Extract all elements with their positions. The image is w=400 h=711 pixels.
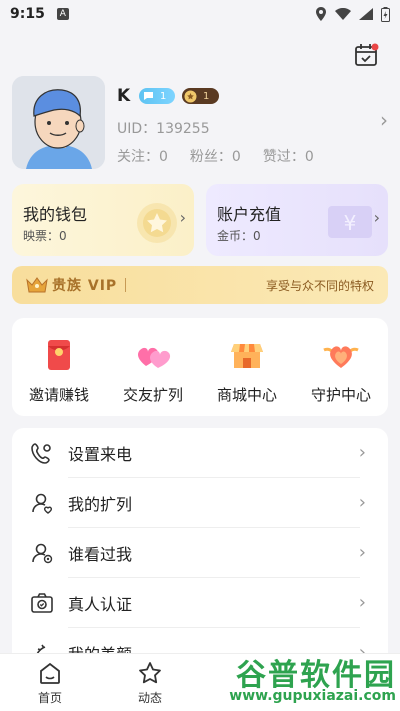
stat-followers[interactable]: 粉丝：0 bbox=[190, 146, 241, 166]
settings-menu-list: 设置来电 › 我的扩列 › 谁看过我 › 真人认证 › bbox=[12, 428, 388, 668]
wallet-card[interactable]: 我的钱包 映票：0 › bbox=[12, 184, 194, 256]
phone-gear-icon bbox=[31, 443, 51, 464]
stat-likes[interactable]: 赞过：0 bbox=[263, 146, 314, 166]
tab-home[interactable]: 首页 bbox=[0, 654, 100, 711]
chevron-right-icon: › bbox=[373, 208, 380, 227]
yen-card-icon: ¥ bbox=[328, 206, 372, 238]
grid-item-label: 邀请赚钱 bbox=[28, 386, 89, 404]
stat-following[interactable]: 关注：0 bbox=[117, 146, 168, 166]
user-name: K bbox=[117, 86, 131, 106]
user-uid: UID：139255 bbox=[117, 121, 210, 137]
grid-item-label: 交友扩列 bbox=[122, 386, 183, 404]
grid-item-guard[interactable]: 守护中心 bbox=[294, 318, 388, 416]
recharge-card[interactable]: ¥ 账户充值 金币：0 › bbox=[206, 184, 388, 256]
grid-item-invite[interactable]: 邀请赚钱 bbox=[12, 318, 106, 416]
medal-icon bbox=[184, 90, 197, 102]
grid-item-shop[interactable]: 商城中心 bbox=[200, 318, 294, 416]
camera-icon bbox=[31, 593, 53, 613]
notification-a-icon: A bbox=[56, 8, 69, 20]
sign-in-calendar-button[interactable] bbox=[354, 42, 380, 68]
menu-item-label: 谁看过我 bbox=[68, 545, 133, 564]
vip-banner[interactable]: 贵族 VIP 享受与众不同的特权 bbox=[12, 266, 388, 304]
grid-item-label: 商城中心 bbox=[216, 386, 277, 404]
guard-heart-icon bbox=[323, 346, 359, 368]
tab-label: 首页 bbox=[37, 691, 62, 705]
profile-section[interactable]: K 1 1 UID：139255 关注：0 粉丝：0 赞过：0 › bbox=[12, 76, 392, 172]
level-badge-chat: 1 bbox=[139, 88, 175, 104]
chevron-right-icon: › bbox=[358, 542, 366, 563]
tab-moments[interactable]: 动态 bbox=[100, 654, 200, 711]
vip-separator bbox=[125, 278, 127, 292]
chevron-right-icon: › bbox=[179, 208, 186, 227]
menu-item-my-friends-list[interactable]: 我的扩列 › bbox=[12, 478, 388, 528]
menu-item-label: 我的扩列 bbox=[68, 495, 133, 514]
avatar[interactable] bbox=[12, 76, 105, 169]
svg-text:¥: ¥ bbox=[344, 211, 357, 235]
star-coin-icon bbox=[137, 203, 177, 243]
wifi-icon bbox=[335, 8, 351, 20]
avatar-illustration bbox=[12, 76, 105, 169]
recharge-title: 账户充值 bbox=[217, 205, 282, 224]
level-badge-wealth: 1 bbox=[182, 88, 219, 104]
star-icon bbox=[139, 662, 161, 684]
menu-item-label: 真人认证 bbox=[68, 595, 133, 614]
menu-item-who-viewed-me[interactable]: 谁看过我 › bbox=[12, 528, 388, 578]
battery-icon bbox=[381, 6, 390, 22]
crown-icon bbox=[26, 277, 48, 293]
wallet-title: 我的钱包 bbox=[23, 205, 88, 224]
watermark-url: www.gupuxiazai.com bbox=[229, 688, 396, 704]
chevron-right-icon: › bbox=[358, 592, 366, 613]
red-envelope-icon bbox=[48, 340, 70, 370]
watermark: 谷普软件园 www.gupuxiazai.com bbox=[220, 648, 396, 708]
level-badge-wealth-value: 1 bbox=[203, 90, 210, 102]
status-bar: 9:15 A bbox=[0, 0, 400, 28]
status-right-icons bbox=[315, 6, 390, 22]
grid-item-make-friends[interactable]: 交友扩列 bbox=[106, 318, 200, 416]
level-badge-chat-value: 1 bbox=[160, 90, 167, 102]
recharge-balance: 金币：0 bbox=[217, 229, 261, 243]
status-time: 9:15 bbox=[10, 6, 45, 22]
tab-label: 动态 bbox=[137, 691, 162, 705]
menu-item-call-settings[interactable]: 设置来电 › bbox=[12, 428, 388, 478]
calendar-check-icon bbox=[355, 43, 379, 66]
chevron-right-icon: › bbox=[358, 492, 366, 513]
shop-icon bbox=[231, 344, 263, 368]
user-stats: 关注：0 粉丝：0 赞过：0 bbox=[117, 146, 314, 166]
hearts-icon bbox=[138, 347, 171, 368]
chevron-right-icon: › bbox=[358, 442, 366, 463]
location-icon bbox=[316, 7, 326, 21]
wallet-balance: 映票：0 bbox=[23, 229, 67, 243]
user-heart-icon bbox=[32, 493, 53, 514]
chat-bubble-icon bbox=[144, 92, 153, 100]
vip-title: 贵族 VIP bbox=[52, 278, 118, 294]
grid-item-label: 守护中心 bbox=[310, 386, 371, 404]
signal-icon bbox=[359, 8, 373, 20]
user-eye-icon bbox=[32, 543, 53, 564]
feature-grid: 邀请赚钱 交友扩列 商城中心 守护中心 bbox=[12, 318, 388, 416]
home-icon bbox=[40, 662, 60, 684]
vip-description: 享受与众不同的特权 bbox=[265, 278, 374, 293]
menu-item-label: 设置来电 bbox=[68, 445, 133, 464]
chevron-right-icon: › bbox=[380, 108, 388, 132]
menu-item-real-person-verify[interactable]: 真人认证 › bbox=[12, 578, 388, 628]
